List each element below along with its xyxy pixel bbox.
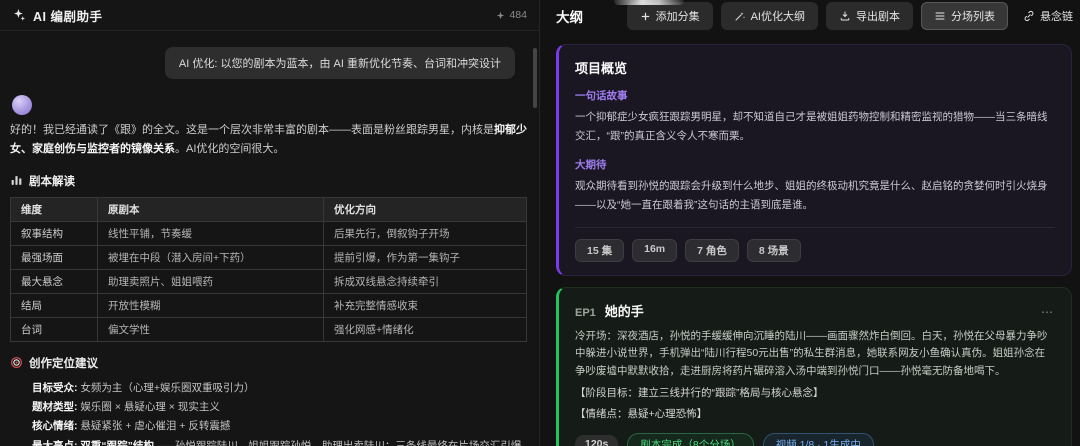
table-row: 叙事结构线性平铺，节奏缓后果先行，倒叙钩子开场 xyxy=(11,221,527,245)
episode-number: EP1 xyxy=(575,307,596,319)
table-row: 最强场面被埋在中段（潜入房间+下药）提前引爆，作为第一集钩子 xyxy=(11,245,527,269)
duration-badge: 120s xyxy=(575,435,618,446)
episode-header: EP1 她的手 ⋯ xyxy=(575,301,1055,320)
analysis-heading: 剧本解读 xyxy=(10,173,527,189)
user-message: AI 优化: 以您的剧本为蓝本，由 AI 重新优化节奏、台词和冲突设计 xyxy=(165,47,515,79)
ai-assistant-panel: AI 编剧助手 484 AI 优化: 以您的剧本为蓝本，由 AI 重新优化节奏、… xyxy=(0,0,540,446)
plus-icon xyxy=(640,11,651,22)
bar-chart-icon xyxy=(10,174,23,187)
add-episode-button[interactable]: 添加分集 xyxy=(627,2,713,30)
table-cell: 线性平铺，节奏缓 xyxy=(98,221,324,245)
episode-stage-goal: 【阶段目标：建立三线并行的“跟踪”格局与核心悬念】 xyxy=(575,385,1055,402)
list-icon xyxy=(934,10,946,22)
outline-panel: 大纲 添加分集 AI优化大纲 xyxy=(540,0,1080,446)
stat-badge: 8 场景 xyxy=(747,239,801,262)
positioning-item: 目标受众: 女频为主（心理+娱乐圈双重吸引力） xyxy=(32,379,527,398)
table-row: 结局开放性模糊补充完整情感收束 xyxy=(11,293,527,317)
table-cell: 拆成双线悬念持续牵引 xyxy=(323,269,526,293)
analysis-table: 维度原剧本优化方向 叙事结构线性平铺，节奏缓后果先行，倒叙钩子开场最强场面被埋在… xyxy=(10,197,527,342)
table-cell: 最大悬念 xyxy=(11,269,98,293)
positioning-item: 核心情绪: 悬疑紧张 + 虐心催泪 + 反转震撼 xyxy=(32,417,527,436)
ai-intro-text: 好的！我已经通读了《跟》的全文。这是一个层次非常丰富的剧本——表面是粉丝跟踪男星… xyxy=(10,121,527,160)
table-header-cell: 维度 xyxy=(11,197,98,221)
expectation-label: 大期待 xyxy=(575,157,1055,172)
magic-wand-icon xyxy=(734,10,746,22)
card-divider xyxy=(575,227,1055,228)
table-cell: 叙事结构 xyxy=(11,221,98,245)
export-script-button[interactable]: 导出剧本 xyxy=(826,2,913,30)
table-header-cell: 优化方向 xyxy=(323,197,526,221)
table-cell: 最强场面 xyxy=(11,245,98,269)
table-cell: 台词 xyxy=(11,317,98,341)
outline-toolbar: 添加分集 AI优化大纲 导出剧本 xyxy=(627,2,1076,30)
episode-summary: 冷开场：深夜酒店，孙悦的手缓缓伸向沉睡的陆川——画面骤然炸白倒回。白天，孙悦在父… xyxy=(575,328,1055,382)
expectation-text: 观众期待看到孙悦的跟踪会升级到什么地步、姐姐的终极动机究竟是什么、赵启铭的贪婪何… xyxy=(575,177,1055,215)
table-cell: 提前引爆，作为第一集钩子 xyxy=(323,245,526,269)
assistant-title: AI 编剧助手 xyxy=(33,6,102,25)
table-cell: 被埋在中段（潜入房间+下药） xyxy=(98,245,324,269)
episode-title: 她的手 xyxy=(605,301,644,320)
table-cell: 偏文学性 xyxy=(98,317,324,341)
episode-card-ep1[interactable]: EP1 她的手 ⋯ 冷开场：深夜酒店，孙悦的手缓缓伸向沉睡的陆川——画面骤然炸白… xyxy=(556,287,1072,446)
table-cell: 开放性模糊 xyxy=(98,293,324,317)
download-icon xyxy=(839,10,851,22)
positioning-item: 最大亮点: 双重“跟踪”结构——孙悦跟踪陆川，姐姐跟踪孙悦，助理出卖陆川；三条线… xyxy=(32,437,527,446)
outline-body: 项目概览 一句话故事 一个抑郁症少女疯狂跟踪男明星，却不知道自己才是被姐姐药物控… xyxy=(540,32,1080,446)
scene-list-button[interactable]: 分场列表 xyxy=(921,2,1008,30)
ai-avatar xyxy=(12,95,32,115)
video-status-badge: 视频 1/8 · 1生成中 xyxy=(763,433,874,446)
table-cell: 后果先行，倒叙钩子开场 xyxy=(323,221,526,245)
ellipsis-menu-icon[interactable]: ⋯ xyxy=(1041,305,1055,319)
table-cell: 助理卖照片、姐姐喂药 xyxy=(98,269,324,293)
positioning-item: 题材类型: 娱乐圈 × 悬疑心理 × 现实主义 xyxy=(32,398,527,417)
script-status-badge: 剧本完成（8个分场） xyxy=(627,433,753,446)
table-row: 最大悬念助理卖照片、姐姐喂药拆成双线悬念持续牵引 xyxy=(11,269,527,293)
episode-emotion-point: 【情绪点：悬疑+心理恐怖】 xyxy=(575,406,1055,423)
positioning-heading: 创作定位建议 xyxy=(10,355,527,371)
spark-icon xyxy=(496,11,505,20)
target-icon xyxy=(10,356,23,369)
table-header-cell: 原剧本 xyxy=(98,197,324,221)
app: AI 编剧助手 484 AI 优化: 以您的剧本为蓝本，由 AI 重新优化节奏、… xyxy=(0,0,1080,446)
credits-counter: 484 xyxy=(496,9,527,21)
stat-badge: 15 集 xyxy=(575,239,624,262)
project-overview-card: 项目概览 一句话故事 一个抑郁症少女疯狂跟踪男明星，却不知道自己才是被姐姐药物控… xyxy=(556,44,1072,276)
stats-row: 15 集 16m 7 角色 8 场景 xyxy=(575,239,1055,262)
sparkles-icon xyxy=(12,8,26,22)
logline-text: 一个抑郁症少女疯狂跟踪男明星，却不知道自己才是被姐姐药物控制和精密监视的猎物——… xyxy=(575,108,1055,146)
ai-optimize-outline-button[interactable]: AI优化大纲 xyxy=(721,2,818,30)
table-cell: 补充完整情感收束 xyxy=(323,293,526,317)
positioning-list: 目标受众: 女频为主（心理+娱乐圈双重吸引力）题材类型: 娱乐圈 × 悬疑心理 … xyxy=(32,379,527,446)
overview-title: 项目概览 xyxy=(575,58,1055,77)
suspense-chain-button[interactable]: 悬念链 xyxy=(1016,2,1076,30)
left-scrollbar-thumb[interactable] xyxy=(533,48,537,108)
credits-value: 484 xyxy=(509,9,527,21)
table-row: 台词偏文学性强化网感+情绪化 xyxy=(11,317,527,341)
outline-title: 大纲 xyxy=(556,6,583,26)
stat-badge: 7 角色 xyxy=(685,239,739,262)
episode-badges: 120s 剧本完成（8个分场） 视频 1/8 · 1生成中 xyxy=(575,433,1055,446)
assistant-header: AI 编剧助手 484 xyxy=(0,0,539,31)
table-cell: 强化网感+情绪化 xyxy=(323,317,526,341)
stat-badge: 16m xyxy=(632,239,677,262)
top-scroll-indicator[interactable] xyxy=(614,0,684,5)
chain-link-icon xyxy=(1023,10,1035,22)
table-cell: 结局 xyxy=(11,293,98,317)
chat-area: AI 优化: 以您的剧本为蓝本，由 AI 重新优化节奏、台词和冲突设计 好的！我… xyxy=(0,31,539,446)
logline-label: 一句话故事 xyxy=(575,88,1055,103)
